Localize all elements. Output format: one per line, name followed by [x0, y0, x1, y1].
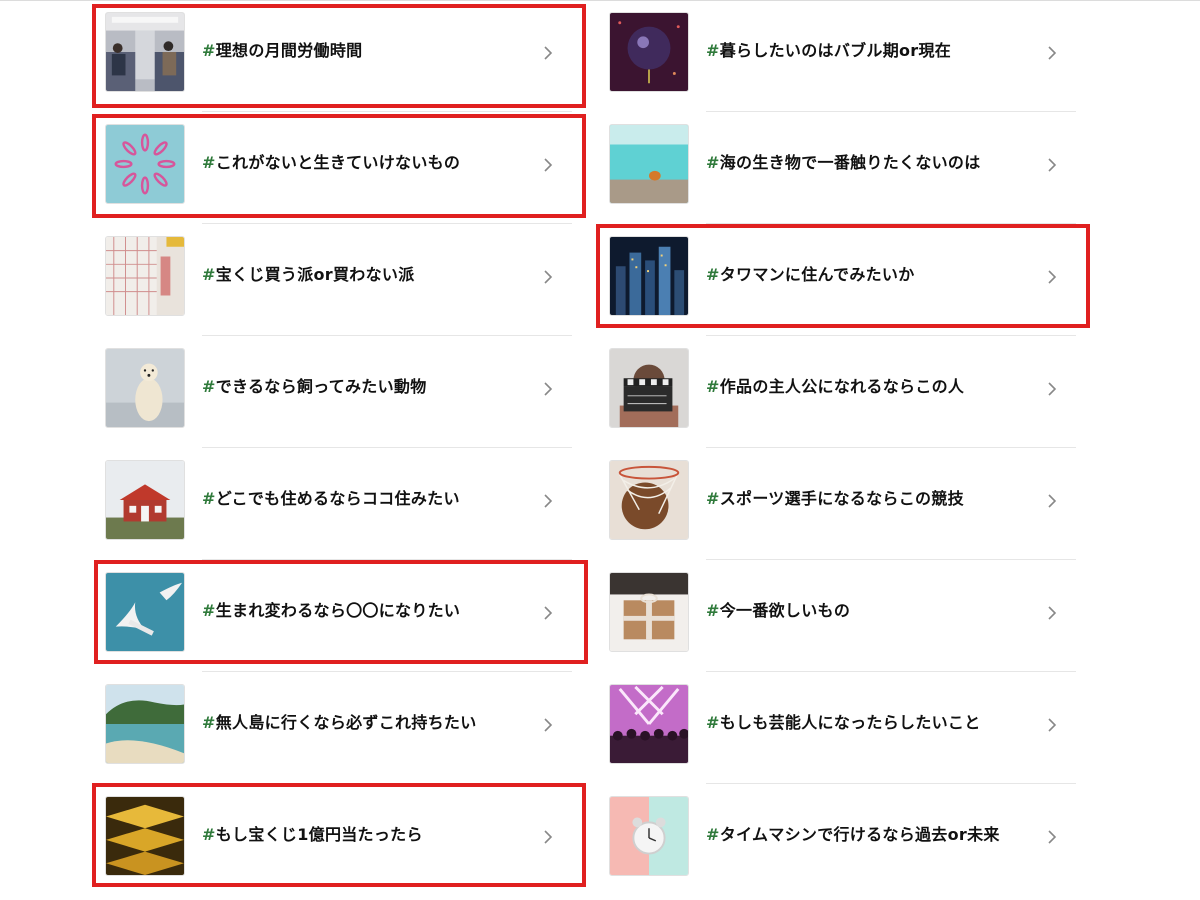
train-commuters-image [105, 12, 185, 92]
topic-item-right-6[interactable]: #もしも芸能人になったらしたいこと [596, 672, 1076, 784]
topic-label: #どこでも住めるならココ住みたい [202, 485, 542, 509]
hash-mark: # [202, 489, 216, 508]
seagulls-image [105, 572, 185, 652]
hermit-crab-image [609, 124, 689, 204]
topic-text: もし宝くじ1億円当たったら [215, 825, 423, 844]
topic-text: 理想の月間労働時間 [215, 41, 363, 60]
chevron-right-icon [1048, 158, 1057, 172]
topic-text: 生まれ変わるなら〇〇になりたい [215, 601, 461, 620]
topic-label: #これがないと生きていけないもの [202, 149, 542, 173]
topic-item-left-1[interactable]: #これがないと生きていけないもの [92, 112, 572, 224]
topic-item-left-4[interactable]: #どこでも住めるならココ住みたい [92, 448, 572, 560]
topic-item-left-5[interactable]: #生まれ変わるなら〇〇になりたい [92, 560, 572, 672]
hash-mark: # [202, 825, 216, 844]
chevron-right-icon [1048, 270, 1057, 284]
topic-item-right-7[interactable]: #タイムマシンで行けるなら過去or未来 [596, 784, 1076, 896]
basketball-hoop-image [609, 460, 689, 540]
topic-text: 作品の主人公になれるならこの人 [719, 377, 965, 396]
hash-mark: # [202, 713, 216, 732]
paper-clips-image [105, 124, 185, 204]
chevron-right-icon [544, 830, 553, 844]
hash-mark: # [706, 153, 720, 172]
hash-mark: # [706, 377, 720, 396]
topic-item-right-1[interactable]: #海の生き物で一番触りたくないのは [596, 112, 1076, 224]
topic-label: #宝くじ買う派or買わない派 [202, 261, 542, 285]
topic-item-left-2[interactable]: #宝くじ買う派or買わない派 [92, 224, 572, 336]
topic-label: #生まれ変わるなら〇〇になりたい [202, 597, 542, 621]
topic-item-right-0[interactable]: #暮らしたいのはバブル期or現在 [596, 0, 1076, 112]
lottery-ticket-image [105, 236, 185, 316]
chevron-right-icon [1048, 830, 1057, 844]
chevron-right-icon [544, 270, 553, 284]
topic-text: これがないと生きていけないもの [215, 153, 461, 172]
topic-label: #もしも芸能人になったらしたいこと [706, 709, 1046, 733]
chevron-right-icon [544, 606, 553, 620]
polar-bear-image [105, 348, 185, 428]
topic-label: #今一番欲しいもの [706, 597, 1046, 621]
chevron-right-icon [1048, 46, 1057, 60]
topic-label: #スポーツ選手になるならこの競技 [706, 485, 1046, 509]
topic-item-left-0[interactable]: #理想の月間労働時間 [92, 0, 572, 112]
hash-mark: # [706, 489, 720, 508]
topic-text: スポーツ選手になるならこの競技 [719, 489, 964, 508]
hash-mark: # [706, 601, 720, 620]
topic-text: もしも芸能人になったらしたいこと [719, 713, 981, 732]
hash-mark: # [706, 265, 720, 284]
chevron-right-icon [544, 718, 553, 732]
chevron-right-icon [544, 158, 553, 172]
topic-text: タワマンに住んでみたいか [719, 265, 915, 284]
chevron-right-icon [1048, 382, 1057, 396]
hash-mark: # [202, 153, 216, 172]
hash-mark: # [706, 825, 720, 844]
city-night-image [609, 236, 689, 316]
hash-mark: # [202, 265, 216, 284]
gold-bars-image [105, 796, 185, 876]
concert-crowd-image [609, 684, 689, 764]
red-house-image [105, 460, 185, 540]
topic-text: 宝くじ買う派or買わない派 [215, 265, 415, 284]
topic-label: #タワマンに住んでみたいか [706, 261, 1046, 285]
chevron-right-icon [1048, 494, 1057, 508]
topic-text: できるなら飼ってみたい動物 [215, 377, 427, 396]
topic-text: どこでも住めるならココ住みたい [215, 489, 460, 508]
island-beach-image [105, 684, 185, 764]
alarm-clock-image [609, 796, 689, 876]
topic-label: #作品の主人公になれるならこの人 [706, 373, 1046, 397]
chevron-right-icon [544, 382, 553, 396]
topic-label: #無人島に行くなら必ずこれ持ちたい [202, 709, 542, 733]
topic-item-left-3[interactable]: #できるなら飼ってみたい動物 [92, 336, 572, 448]
topic-text: 今一番欲しいもの [719, 601, 851, 620]
chevron-right-icon [1048, 606, 1057, 620]
topic-item-right-5[interactable]: #今一番欲しいもの [596, 560, 1076, 672]
hash-mark: # [202, 601, 216, 620]
topic-text: 海の生き物で一番触りたくないのは [719, 153, 981, 172]
hash-mark: # [202, 377, 216, 396]
topic-item-left-6[interactable]: #無人島に行くなら必ずこれ持ちたい [92, 672, 572, 784]
topic-item-right-3[interactable]: #作品の主人公になれるならこの人 [596, 336, 1076, 448]
topic-label: #できるなら飼ってみたい動物 [202, 373, 542, 397]
disco-ball-image [609, 12, 689, 92]
topic-item-right-4[interactable]: #スポーツ選手になるならこの競技 [596, 448, 1076, 560]
hash-mark: # [706, 713, 720, 732]
topic-text: 無人島に行くなら必ずこれ持ちたい [215, 713, 477, 732]
topic-item-right-2[interactable]: #タワマンに住んでみたいか [596, 224, 1076, 336]
gift-box-image [609, 572, 689, 652]
topic-label: #海の生き物で一番触りたくないのは [706, 149, 1046, 173]
topic-text: タイムマシンで行けるなら過去or未来 [719, 825, 1000, 844]
chevron-right-icon [544, 46, 553, 60]
topic-item-left-7[interactable]: #もし宝くじ1億円当たったら [92, 784, 572, 896]
topic-label: #理想の月間労働時間 [202, 37, 542, 61]
hash-mark: # [202, 41, 216, 60]
clapperboard-image [609, 348, 689, 428]
chevron-right-icon [544, 494, 553, 508]
topic-label: #もし宝くじ1億円当たったら [202, 821, 542, 845]
hash-mark: # [706, 41, 720, 60]
chevron-right-icon [1048, 718, 1057, 732]
topic-text: 暮らしたいのはバブル期or現在 [719, 41, 952, 60]
topic-label: #タイムマシンで行けるなら過去or未来 [706, 821, 1046, 845]
topic-label: #暮らしたいのはバブル期or現在 [706, 37, 1046, 61]
